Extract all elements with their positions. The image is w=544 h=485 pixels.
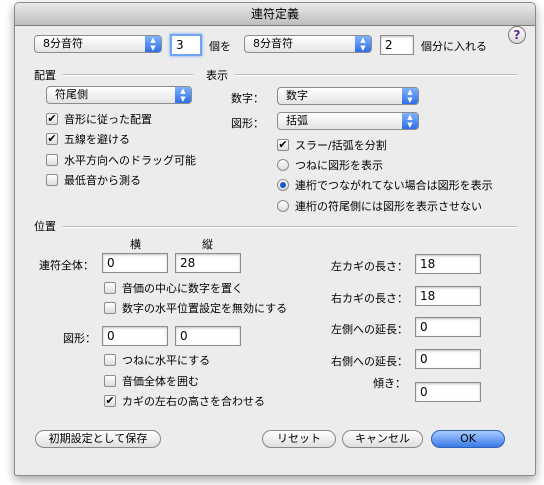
col-vertical-label: 縦	[202, 238, 213, 251]
always-horizontal-checkbox[interactable]	[104, 354, 116, 366]
label-kobun: 個分に入れる	[421, 40, 487, 53]
follow-contour-label: 音形に従った配置	[64, 113, 152, 126]
popup-arrow-icon: ▲ ▼	[402, 113, 418, 129]
target-duration-popup[interactable]: 8分音符 ▲ ▼	[244, 35, 372, 53]
cancel-label: キャンセル	[355, 432, 410, 445]
popup-arrow-icon: ▲ ▼	[355, 36, 371, 52]
show-if-unbeamed-radio[interactable]	[277, 179, 289, 191]
source-duration-popup[interactable]: 8分音符 ▲ ▼	[34, 35, 162, 53]
enclose-duration-checkbox[interactable]	[104, 375, 116, 387]
shape-v-field[interactable]: 0	[175, 326, 241, 346]
position-divider	[63, 226, 517, 228]
help-button[interactable]: ?	[508, 26, 526, 44]
check-icon: ✔	[47, 112, 57, 125]
shape-popup[interactable]: 括弧 ▲ ▼	[277, 112, 419, 130]
col-horizontal-label: 横	[130, 238, 141, 251]
always-horizontal-label: つねに水平にする	[122, 354, 211, 367]
always-show-radio[interactable]	[277, 159, 289, 171]
check-icon: ✔	[47, 132, 57, 145]
position-header: 位置	[34, 220, 56, 233]
tuplet-definition-dialog: 連符定義 8分音符 ▲ ▼ 3 個を 8分音符 ▲ ▼ 2 個分に入れる ? 配置 …	[14, 2, 536, 476]
show-if-unbeamed-label: 連桁でつながれてない場合は図形を表示	[295, 179, 493, 192]
center-number-checkbox[interactable]	[104, 282, 116, 294]
display-divider	[235, 74, 517, 76]
reset-button[interactable]: リセット	[262, 430, 336, 448]
window-title: 連符定義	[15, 3, 535, 26]
right-hook-field[interactable]: 18	[415, 286, 481, 306]
popup-arrow-icon: ▲ ▼	[175, 87, 191, 103]
number-label: 数字：	[231, 92, 264, 105]
horizontal-drag-label: 水平方向へのドラッグ可能	[64, 154, 196, 167]
whole-tuplet-label: 連符全体：	[39, 259, 94, 272]
number-popup[interactable]: 数字 ▲ ▼	[277, 87, 419, 105]
measure-from-lowest-label: 最低音から測る	[64, 174, 141, 187]
right-extension-label: 右側への延長：	[331, 355, 408, 368]
follow-contour-checkbox[interactable]: ✔	[46, 113, 58, 125]
center-number-label: 音価の中心に数字を置く	[122, 282, 243, 295]
popup-arrow-icon: ▲ ▼	[402, 88, 418, 104]
number-value: 数字	[286, 89, 308, 102]
disable-horizontal-checkbox[interactable]	[104, 302, 116, 314]
slope-field[interactable]: 0	[415, 382, 481, 402]
placement-value: 符尾側	[55, 88, 88, 101]
avoid-staff-checkbox[interactable]: ✔	[46, 133, 58, 145]
help-icon: ?	[513, 28, 521, 42]
always-show-label: つねに図形を表示	[295, 159, 383, 172]
split-slur-checkbox[interactable]: ✔	[277, 139, 289, 151]
enclose-duration-label: 音価全体を囲む	[122, 375, 199, 388]
ok-label: OK	[460, 432, 476, 445]
avoid-staff-label: 五線を避ける	[64, 133, 130, 146]
ok-button[interactable]: OK	[431, 430, 505, 448]
right-hook-label: 右カギの長さ：	[331, 292, 408, 305]
right-extension-field[interactable]: 0	[415, 349, 481, 369]
check-icon: ✔	[278, 138, 288, 151]
horizontal-drag-checkbox[interactable]	[46, 154, 58, 166]
label-ko: 個を	[209, 40, 231, 53]
display-header: 表示	[206, 69, 228, 82]
reset-label: リセット	[277, 432, 321, 445]
tuplet-count-field[interactable]: 3	[170, 34, 202, 56]
cancel-button[interactable]: キャンセル	[342, 430, 423, 448]
shape-value: 括弧	[286, 114, 308, 127]
save-as-default-label: 初期設定として保存	[48, 432, 148, 445]
placement-divider	[63, 74, 193, 76]
slope-label: 傾き：	[373, 377, 406, 390]
shape-label: 図形：	[231, 117, 264, 130]
match-hook-height-checkbox[interactable]: ✔	[104, 395, 116, 407]
split-slur-label: スラー/括弧を分割	[295, 139, 387, 152]
left-hook-field[interactable]: 18	[415, 254, 481, 274]
left-extension-label: 左側への延長：	[331, 323, 408, 336]
whole-h-field[interactable]: 0	[102, 253, 168, 273]
shape-position-label: 図形：	[63, 332, 96, 345]
save-as-default-button[interactable]: 初期設定として保存	[35, 430, 161, 448]
placement-header: 配置	[34, 69, 56, 82]
left-extension-field[interactable]: 0	[415, 317, 481, 337]
shape-h-field[interactable]: 0	[102, 326, 168, 346]
whole-v-field[interactable]: 28	[175, 253, 241, 273]
source-duration-value: 8分音符	[43, 37, 83, 50]
popup-arrow-icon: ▲ ▼	[145, 36, 161, 52]
space-count-field[interactable]: 2	[380, 35, 414, 55]
match-hook-height-label: カギの左右の高さを合わせる	[122, 395, 265, 408]
target-duration-value: 8分音符	[253, 37, 293, 50]
hide-on-stem-side-radio[interactable]	[277, 200, 289, 212]
measure-from-lowest-checkbox[interactable]	[46, 174, 58, 186]
check-icon: ✔	[105, 394, 115, 407]
hide-on-stem-side-label: 連桁の符尾側には図形を表示させない	[295, 200, 482, 213]
disable-horizontal-label: 数字の水平位置設定を無効にする	[122, 302, 288, 315]
placement-popup[interactable]: 符尾側 ▲ ▼	[46, 86, 192, 104]
left-hook-label: 左カギの長さ：	[331, 260, 408, 273]
